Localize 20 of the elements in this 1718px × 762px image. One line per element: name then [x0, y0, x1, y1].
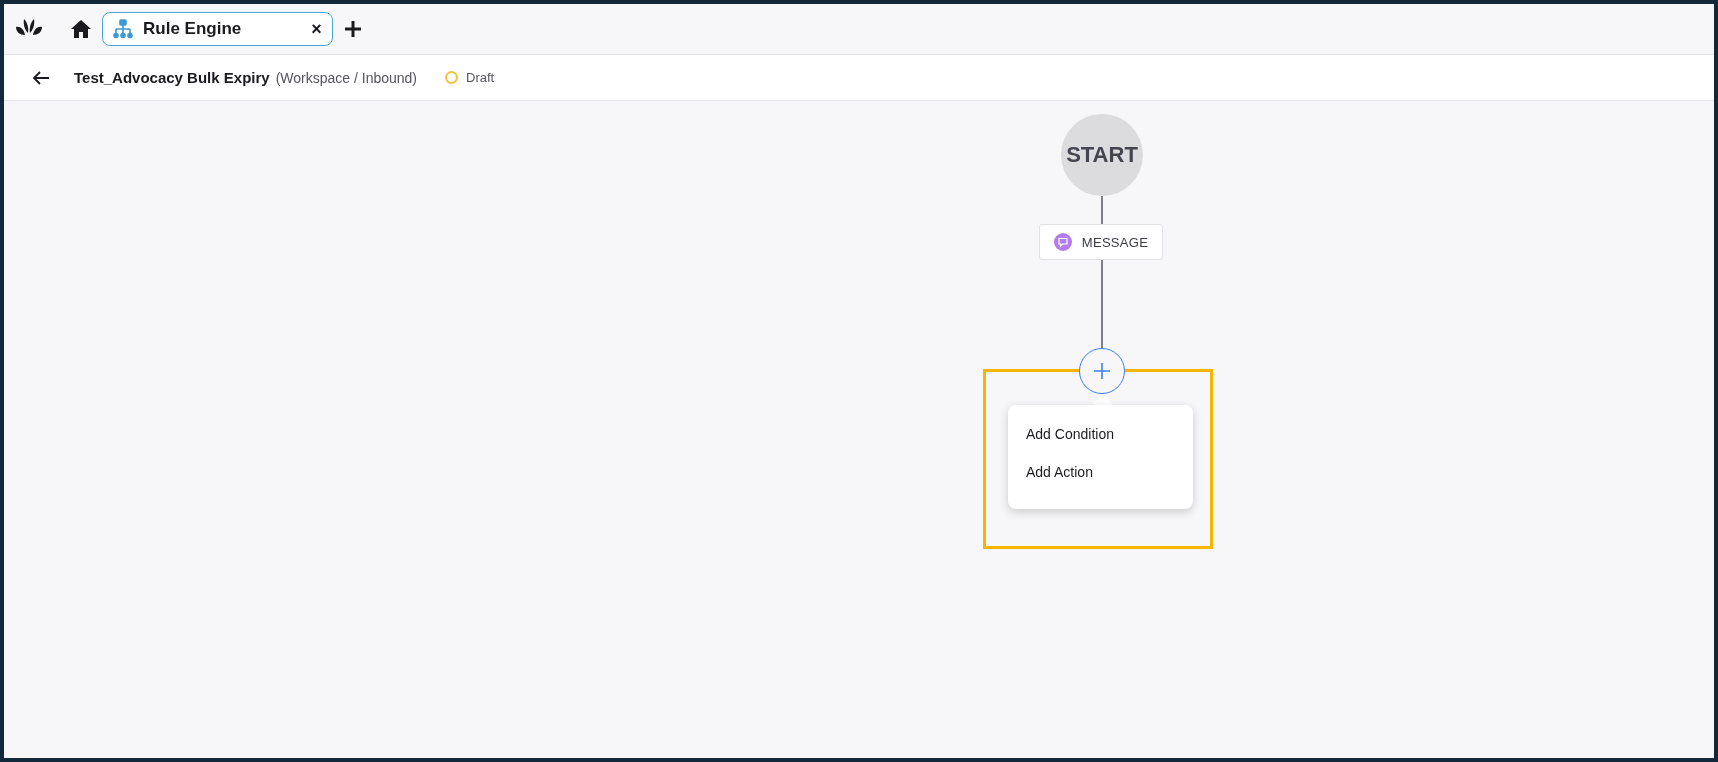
status-label: Draft [466, 70, 495, 85]
start-node: START [1061, 114, 1143, 196]
message-node[interactable]: MESSAGE [1039, 224, 1163, 260]
menu-item[interactable]: Add Condition [1008, 415, 1193, 453]
home-icon[interactable] [70, 19, 92, 39]
hierarchy-icon [113, 19, 133, 39]
add-step-button[interactable] [1079, 348, 1125, 394]
rule-context: (Workspace / Inbound) [275, 69, 417, 86]
back-arrow-icon [32, 70, 50, 85]
back-button[interactable] [32, 70, 50, 85]
connector-line [1101, 196, 1103, 224]
chat-icon [1053, 233, 1072, 251]
plus-icon [1093, 362, 1111, 380]
new-tab-button[interactable] [342, 19, 363, 39]
tab-label: Rule Engine [143, 19, 242, 39]
close-icon[interactable]: × [311, 18, 322, 40]
rule-engine-tab[interactable]: Rule Engine × [102, 12, 333, 46]
plus-icon [342, 19, 363, 39]
rule-title: Test_Advocacy Bulk Expiry [74, 69, 270, 86]
menu-item[interactable]: Add Action [1008, 453, 1193, 491]
